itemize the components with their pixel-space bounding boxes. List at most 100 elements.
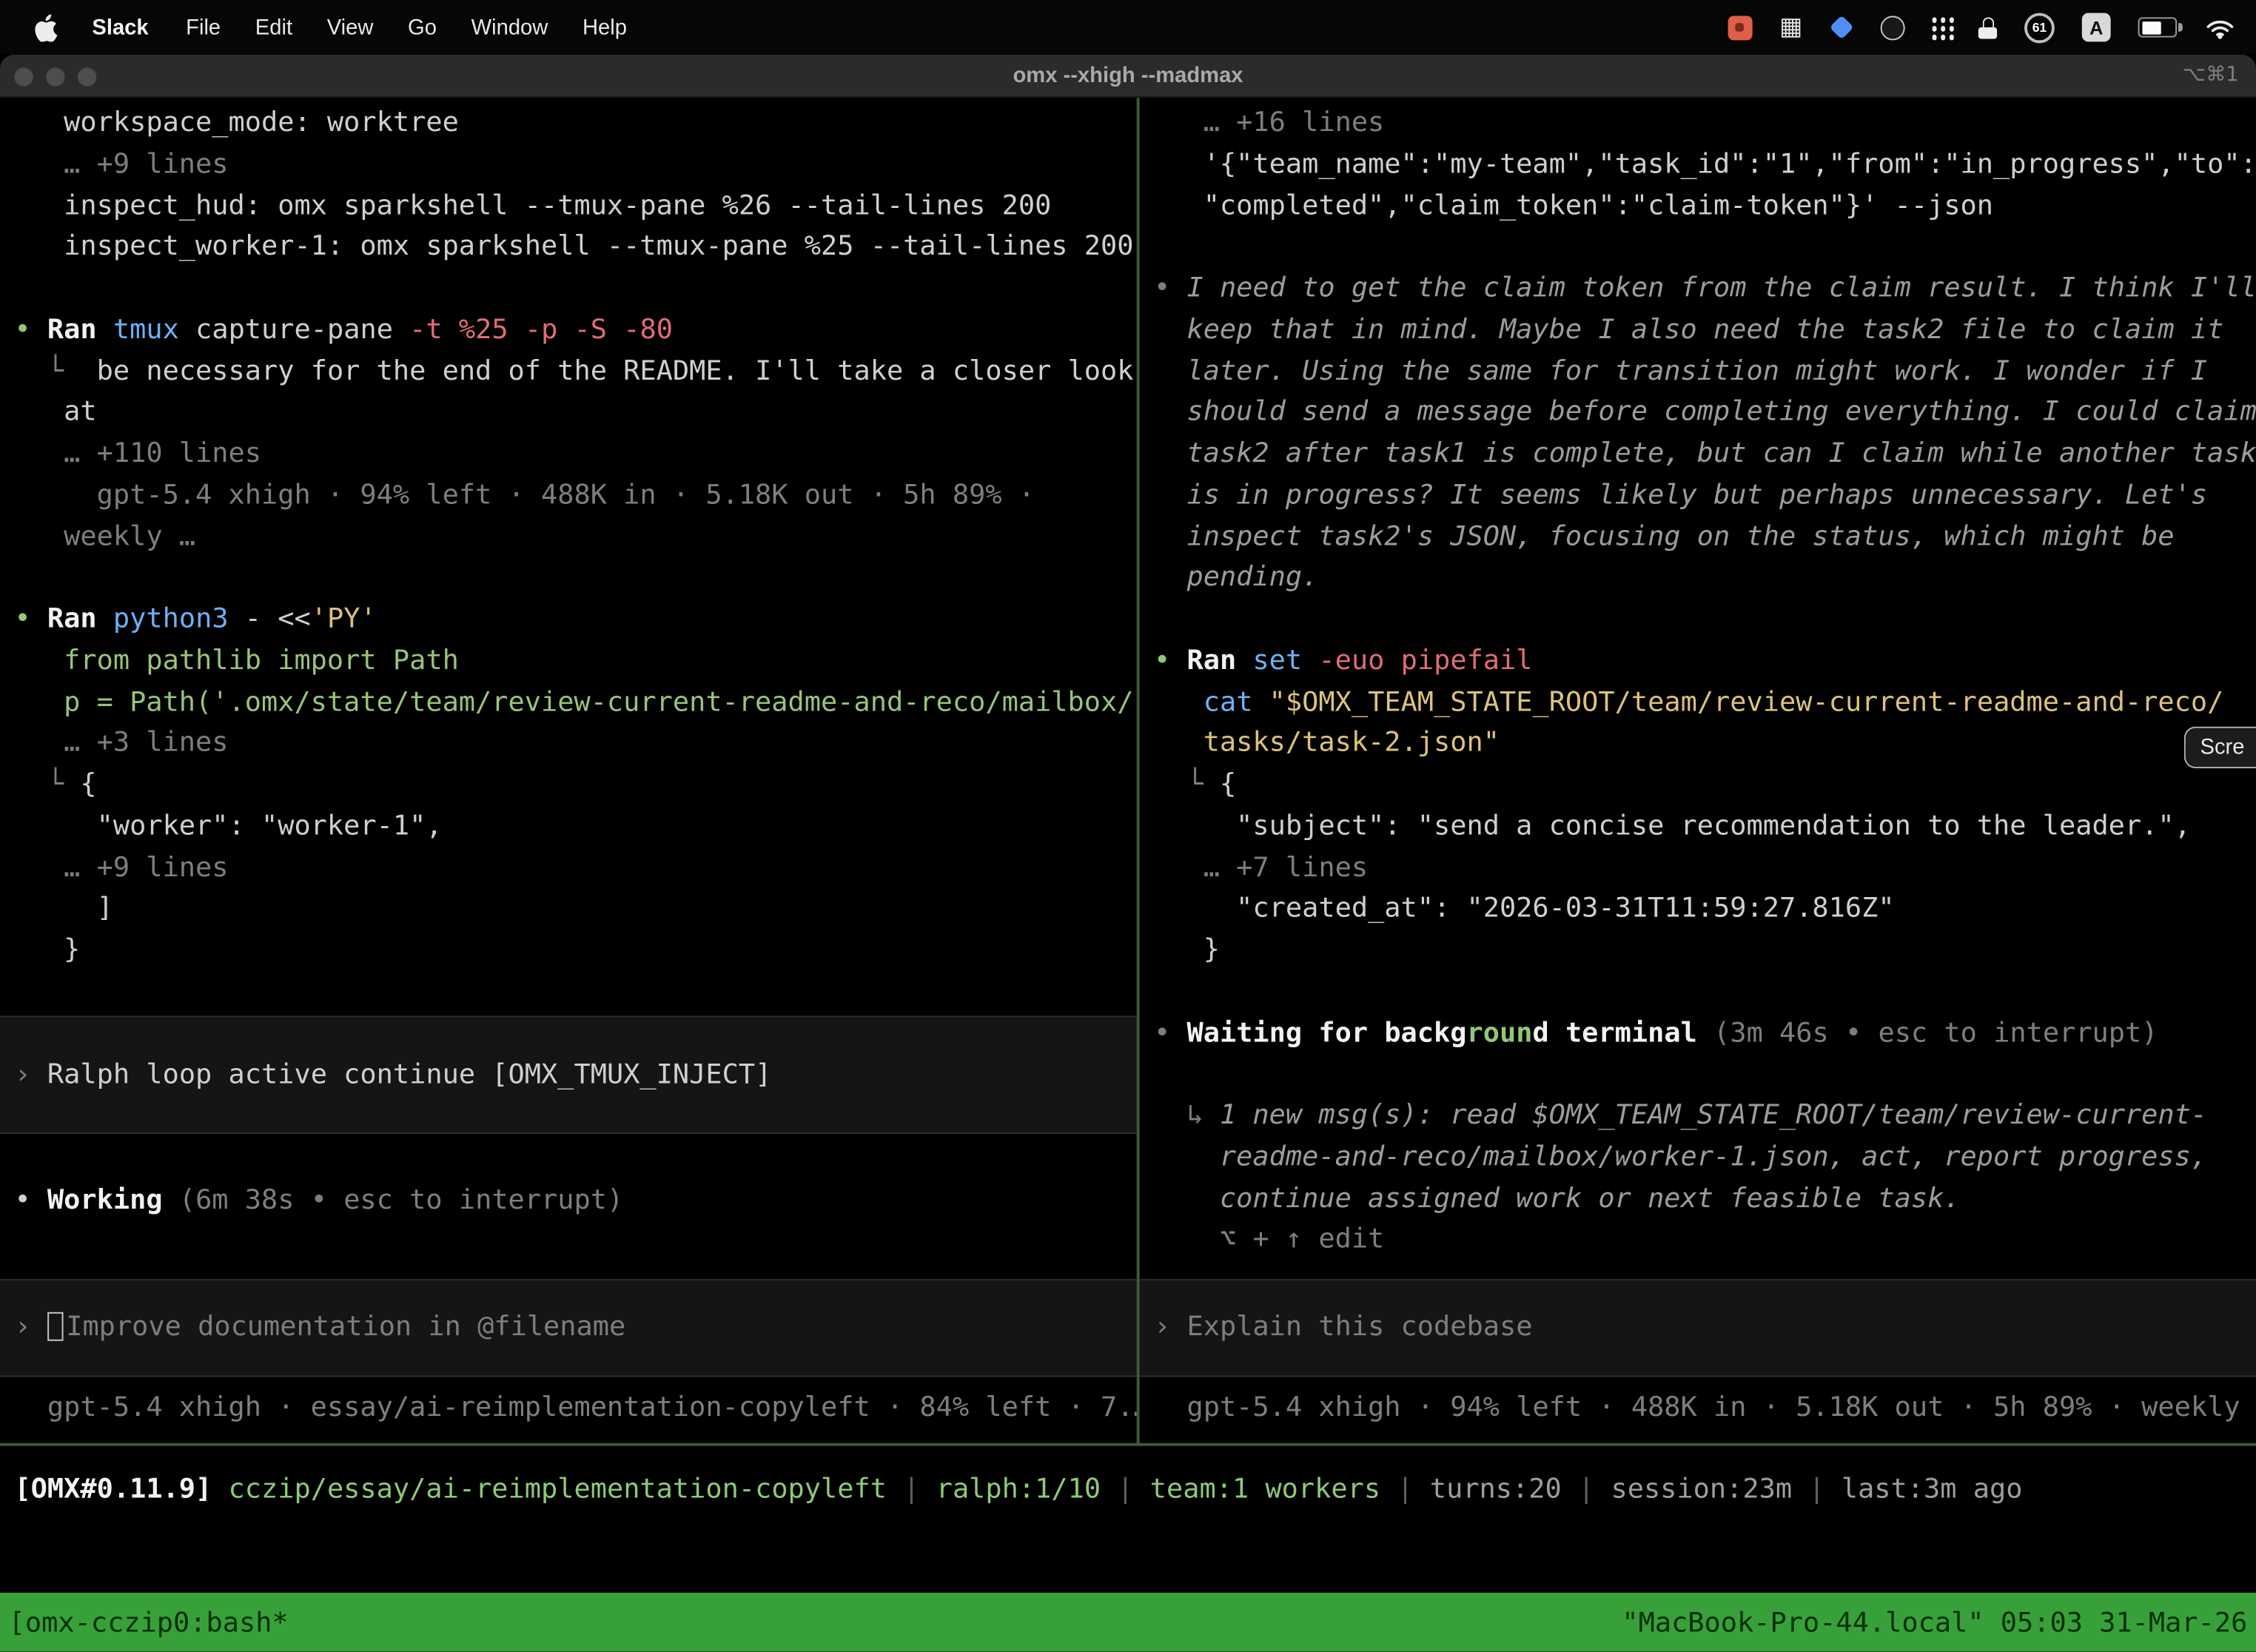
wifi-icon[interactable] [2204,15,2236,39]
text-segment: } [1154,934,1220,966]
text-segment: • [1154,1016,1186,1048]
text-segment: Ralph loop active continue [OMX_TMUX_INJ… [47,1058,771,1090]
text-segment: turns:20 [1430,1474,1562,1505]
text-segment: "created_at": "2026-03-31T11:59:27.816Z" [1154,893,1895,924]
text-segment: • [14,602,47,634]
terminal-content: workspace_mode: worktree … +9 lines insp… [0,98,2256,1651]
terminal-line: "created_at": "2026-03-31T11:59:27.816Z" [1140,888,2256,930]
text-segment: at [14,396,96,428]
text-segment: later. Using the same for transition mig… [1154,355,2207,386]
spacer [0,1134,1137,1179]
terminal-app-icon[interactable] [1880,15,1904,39]
text-segment [1302,644,1318,676]
menu-items: FileEditViewGoWindowHelp [169,15,644,39]
app-menu-slack[interactable]: Slack [75,15,166,39]
text-segment: • [14,313,47,345]
text-segment: … +3 lines [14,727,228,759]
window-grid-icon[interactable]: ▦ [1779,13,1802,41]
text-segment: session:23m [1611,1474,1792,1505]
terminal-line: from pathlib import Path [0,640,1137,682]
text-segment: python3 [113,602,229,634]
raycast-icon[interactable] [1829,15,1853,39]
working-status: • Working (6m 38s • esc to interrupt) [0,1179,1137,1220]
text-segment: • [14,1183,47,1215]
menu-help[interactable]: Help [565,15,645,39]
input-source-icon[interactable]: A [2082,13,2111,41]
text-segment: continue assigned work or next feasible … [1154,1182,1961,1214]
menu-view[interactable]: View [309,15,390,39]
prompt-input[interactable]: › Improve documentation in @filename [0,1279,1137,1377]
menu-window[interactable]: Window [454,15,565,39]
lock-icon[interactable] [1978,16,1997,38]
terminal-line: … +3 lines [0,722,1137,764]
text-segment: › [14,1058,47,1090]
text-segment: } [14,934,80,966]
text-segment: keep that in mind. Maybe I also need the… [1154,313,2223,345]
text-segment: capture-pane [179,313,409,345]
text-segment: task2 after task1 is complete, but can I… [1154,437,2256,469]
spacer [1140,1260,2256,1279]
window-shortcut-hint: ⌥⌘1 [2183,55,2239,96]
text-segment: └ [1154,768,1220,800]
terminal-line: • Ran tmux capture-pane -t %25 -p -S -80 [0,309,1137,350]
menu-go[interactable]: Go [391,15,454,39]
text-segment: … +9 lines [14,851,228,883]
menu-bar: Slack FileEditViewGoWindowHelp ▦ 61 A [0,0,2256,55]
terminal-line: • I need to get the claim token from the… [1140,268,2256,309]
text-segment: | [887,1474,936,1505]
terminal-line: readme-and-reco/mailbox/worker-1.json, a… [1140,1136,2256,1178]
terminal-line [0,971,1137,1013]
pane-status-line: gpt-5.4 xhigh · 94% left · 488K in · 5.1… [1140,1387,2256,1428]
text-segment: tasks/task-2.json" [1154,727,1500,759]
menu-file[interactable]: File [169,15,238,39]
terminal-line: … +110 lines [0,433,1137,474]
terminal-line: gpt-5.4 xhigh · 94% left · 488K in · 5.1… [0,474,1137,516]
text-segment: ] [14,893,113,924]
terminal-line: … +7 lines [1140,847,2256,888]
terminal-line [0,268,1137,309]
text-cursor [47,1313,63,1342]
text-segment [1154,685,1203,717]
window-titlebar[interactable]: omx --xhigh --madmax ⌥⌘1 [0,55,2256,98]
terminal-line: continue assigned work or next feasible … [1140,1178,2256,1219]
terminal-line: … +9 lines [0,144,1137,185]
terminal-line: weekly … [0,516,1137,557]
terminal-line: inspect_hud: omx sparkshell --tmux-pane … [0,185,1137,226]
tmux-status-bar: [omx-cczip0:bash* "MacBook-Pro-44.local"… [0,1593,2256,1652]
apple-menu[interactable] [20,13,72,41]
text-segment: set [1252,644,1302,676]
text-segment: Ran [47,602,113,634]
apple-icon [35,13,58,41]
terminal-line: • Ran set -euo pipefail [1140,640,2256,682]
text-segment: 1 new msg(s): read $OMX_TEAM_STATE_ROOT/… [1220,1099,2207,1131]
spacer [0,1220,1137,1279]
spacer [1140,1377,2256,1388]
screen-share-overlay[interactable]: Scre [2184,727,2256,768]
menu-edit[interactable]: Edit [238,15,309,39]
prompt-input[interactable]: › Explain this codebase [1140,1279,2256,1377]
text-segment: be necessary for the end of the README. … [97,355,1134,386]
text-segment: … +7 lines [1154,851,1368,883]
text-segment: weekly … [14,520,195,552]
pane-divider[interactable] [1137,98,1140,1446]
text-segment: └ [14,768,80,800]
terminal-line: p = Path('.omx/state/team/review-current… [0,681,1137,722]
text-segment: | [1380,1474,1430,1505]
terminal-line: └ { [1140,764,2256,805]
text-segment: 'PY' [311,602,377,634]
text-segment: - << [229,602,311,634]
screen-recording-indicator-icon[interactable] [1728,15,1752,39]
terminal-line: tasks/task-2.json" [1140,722,2256,764]
tmux-session-info: [omx-cczip0:bash* [9,1606,289,1638]
text-segment: -euo pipefail [1318,644,1532,676]
battery-gauge-icon[interactable]: 61 [2024,13,2055,43]
pane-bottom-border [0,1443,2256,1446]
battery-icon[interactable] [2138,17,2177,37]
text-segment: └ [14,355,96,386]
text-segment: is in progress? It seems likely but perh… [1154,479,2207,511]
terminal-line: workspace_mode: worktree [0,102,1137,144]
text-segment: d terminal [1532,1016,1713,1048]
text-segment: inspect_worker-1: omx sparkshell --tmux-… [14,231,1133,263]
menu-bar-status-icons: ▦ 61 A [1728,13,2236,43]
text-segment: | [1101,1474,1150,1505]
